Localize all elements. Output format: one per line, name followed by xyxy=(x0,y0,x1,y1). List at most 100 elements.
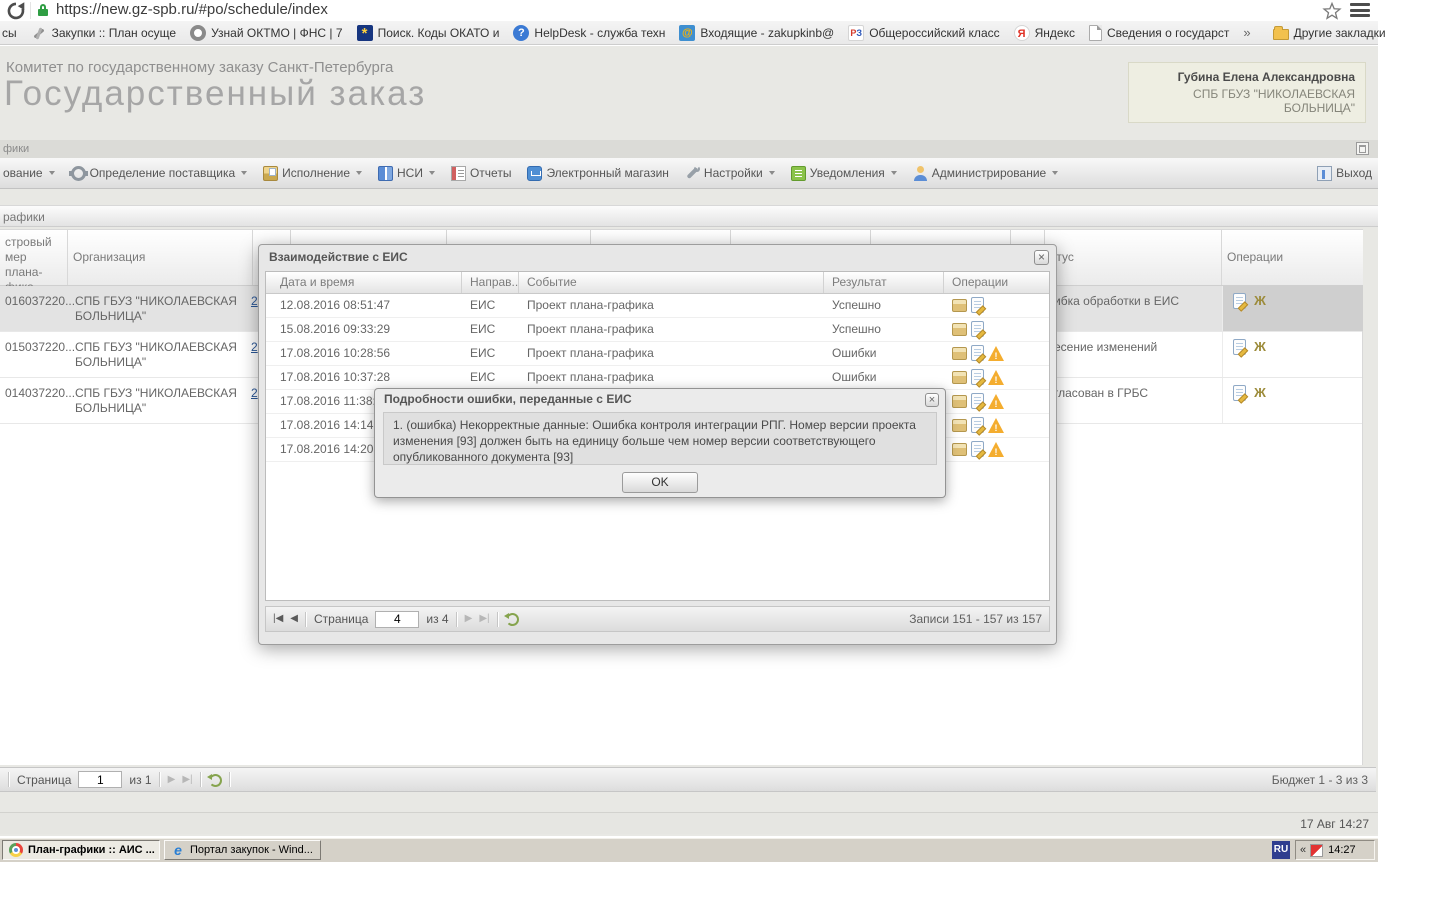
reload-icon[interactable] xyxy=(5,0,27,21)
document-edit-icon[interactable] xyxy=(971,417,984,433)
other-bookmarks-label: Другие закладки xyxy=(1293,25,1386,40)
bookmark-item[interactable]: Поиск. Коды ОКАТО и xyxy=(356,24,500,41)
ok-button[interactable]: OK xyxy=(622,472,698,493)
tray-expand-icon[interactable]: « xyxy=(1300,844,1306,856)
system-tray: « 14:27 xyxy=(1295,840,1375,860)
close-icon[interactable]: × xyxy=(1034,250,1049,265)
bookmark-star-icon[interactable] xyxy=(1322,1,1342,21)
user-name: Губина Елена Александровна xyxy=(1177,70,1355,84)
last-page-icon[interactable]: ▶| xyxy=(182,773,192,787)
document-edit-icon[interactable] xyxy=(971,393,984,409)
column-header-datetime[interactable]: Дата и время xyxy=(266,272,462,293)
other-bookmarks-button[interactable]: Другие закладки xyxy=(1272,25,1386,40)
bookmark-item[interactable]: HelpDesk - служба техн xyxy=(513,24,665,41)
bookmark-item[interactable]: Общероссийский класс xyxy=(848,24,1000,41)
eis-log-row[interactable]: 15.08.2016 09:33:29 ЕИС Проект плана-гра… xyxy=(266,318,1049,342)
last-page-icon[interactable]: ▶| xyxy=(479,612,489,626)
url-field[interactable]: https://new.gz-spb.ru/#po/schedule/index xyxy=(56,1,328,18)
next-page-icon[interactable]: ▶ xyxy=(465,612,473,626)
taskbar-button-portal[interactable]: Портал закупок - Wind... xyxy=(164,840,321,860)
document-edit-icon[interactable] xyxy=(1233,293,1246,309)
lock-icon[interactable] xyxy=(38,4,48,16)
menu-item-administration[interactable]: Администрирование xyxy=(913,165,1059,181)
log-datetime: 12.08.2016 08:51:47 xyxy=(280,298,391,312)
bookmark-item[interactable]: Узнай ОКТМО | ФНС | 7 xyxy=(190,24,343,41)
package-icon[interactable] xyxy=(952,419,967,432)
refresh-icon[interactable] xyxy=(503,613,519,626)
menu-item-eshop[interactable]: Электронный магазин xyxy=(527,165,669,181)
document-edit-icon[interactable] xyxy=(971,345,984,361)
eagle-icon[interactable] xyxy=(1252,339,1268,355)
document-edit-icon[interactable] xyxy=(971,297,984,313)
page-input[interactable] xyxy=(375,610,420,628)
browser-menu-icon[interactable] xyxy=(1350,3,1370,19)
column-header-event[interactable]: Событие xyxy=(519,272,824,293)
eis-log-row[interactable]: 17.08.2016 10:28:56 ЕИС Проект плана-гра… xyxy=(266,342,1049,366)
column-header-operations[interactable]: Операции xyxy=(1222,230,1363,285)
bookmarks-overflow-chevron[interactable]: » xyxy=(1243,25,1250,40)
package-icon[interactable] xyxy=(952,299,967,312)
next-page-icon[interactable]: ▶ xyxy=(168,773,176,787)
warning-icon[interactable]: ! xyxy=(988,370,1004,385)
warning-icon[interactable]: ! xyxy=(988,394,1004,409)
menu-item-settings[interactable]: Настройки xyxy=(685,165,775,181)
column-header-direction[interactable]: Направ... xyxy=(462,272,519,293)
log-datetime: 17.08.2016 10:28:56 xyxy=(280,346,391,360)
warning-icon[interactable]: ! xyxy=(988,346,1004,361)
bookmark-item[interactable]: Яндекс xyxy=(1013,24,1075,41)
column-header-result[interactable]: Результат xyxy=(824,272,944,293)
refresh-icon[interactable] xyxy=(206,773,222,787)
menu-label: Исполнение xyxy=(282,166,350,180)
tray-clock: 14:27 xyxy=(1328,844,1356,856)
first-page-icon[interactable]: |◀ xyxy=(273,612,283,626)
status-cell: есение изменений xyxy=(1045,332,1222,377)
taskbar-button-plans[interactable]: План-графики :: АИС ... xyxy=(2,840,160,860)
taskbar-button-label: План-графики :: АИС ... xyxy=(28,844,155,856)
bookmark-item[interactable]: Сведения о государст xyxy=(1088,24,1229,41)
menu-item-execution[interactable]: Исполнение xyxy=(263,165,362,181)
menu-item-notifications[interactable]: Уведомления xyxy=(790,165,897,181)
column-header-status[interactable]: атус xyxy=(1045,230,1222,285)
bookmark-item[interactable]: Закупки :: План осуще xyxy=(31,25,176,41)
kaspersky-icon[interactable] xyxy=(1310,843,1324,857)
warning-icon[interactable]: ! xyxy=(988,442,1004,457)
log-operations: ! xyxy=(952,393,1004,409)
positions-link[interactable]: 2 xyxy=(251,294,258,308)
column-header-number[interactable]: стровый мер плана- фика xyxy=(0,230,68,294)
bookmark-item[interactable]: сы xyxy=(2,26,17,40)
bookmark-label: Поиск. Коды ОКАТО и xyxy=(377,25,500,40)
pager-divider xyxy=(496,611,499,627)
package-icon[interactable] xyxy=(952,443,967,456)
menu-item-reports[interactable]: Отчеты xyxy=(450,165,511,181)
document-edit-icon[interactable] xyxy=(1233,339,1246,355)
package-icon[interactable] xyxy=(952,395,967,408)
eis-log-row[interactable]: 17.08.2016 10:37:28 ЕИС Проект плана-гра… xyxy=(266,366,1049,390)
eagle-icon[interactable] xyxy=(1252,293,1268,309)
menu-item-planning[interactable]: ование xyxy=(3,166,55,180)
prev-page-icon[interactable]: ◀ xyxy=(290,612,298,626)
warning-icon[interactable]: ! xyxy=(988,418,1004,433)
document-edit-icon[interactable] xyxy=(971,369,984,385)
document-edit-icon[interactable] xyxy=(1233,385,1246,401)
document-edit-icon[interactable] xyxy=(971,441,984,457)
positions-link[interactable]: 2 xyxy=(251,340,258,354)
log-result: Ошибки xyxy=(832,370,877,384)
bookmark-item[interactable]: Входящие - zakupkinb@ xyxy=(679,24,834,41)
eis-log-row[interactable]: 12.08.2016 08:51:47 ЕИС Проект плана-гра… xyxy=(266,294,1049,318)
log-event: Проект плана-графика xyxy=(527,370,654,384)
language-indicator[interactable]: RU xyxy=(1272,841,1290,859)
menu-item-nsi[interactable]: НСИ xyxy=(378,165,435,181)
logout-button[interactable]: Выход xyxy=(1317,165,1372,181)
package-icon[interactable] xyxy=(952,371,967,384)
column-header-org[interactable]: Организация xyxy=(68,230,253,285)
close-icon[interactable]: × xyxy=(925,393,939,407)
document-edit-icon[interactable] xyxy=(971,321,984,337)
page-input[interactable] xyxy=(78,771,123,788)
window-restore-icon[interactable] xyxy=(1356,142,1369,155)
positions-link[interactable]: 2 xyxy=(251,386,258,400)
menu-item-supplier-determination[interactable]: Определение поставщика xyxy=(68,165,248,181)
package-icon[interactable] xyxy=(952,347,967,360)
column-header-operations[interactable]: Операции xyxy=(944,272,1049,293)
package-icon[interactable] xyxy=(952,323,967,336)
eagle-icon[interactable] xyxy=(1252,385,1268,401)
